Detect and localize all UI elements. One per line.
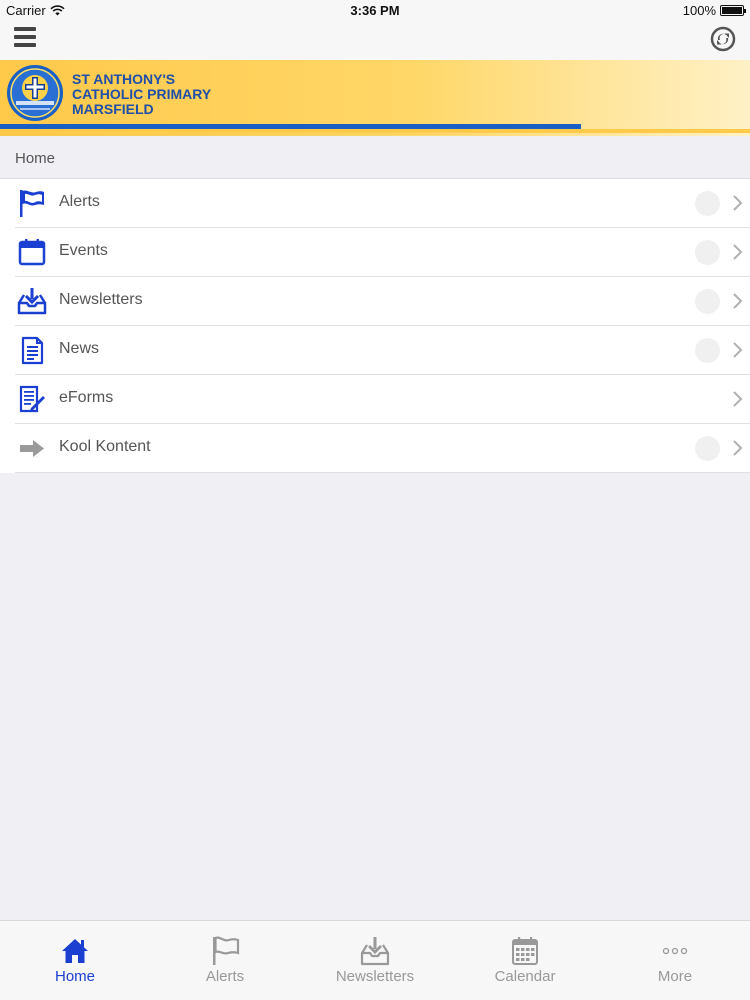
menu-item-label: Kool Kontent bbox=[59, 438, 151, 455]
status-time: 3:36 PM bbox=[350, 3, 400, 18]
school-banner: ST ANTHONY'S CATHOLIC PRIMARY MARSFIELD bbox=[0, 60, 750, 136]
status-bar: Carrier 3:36 PM 100% bbox=[0, 0, 750, 20]
menu-item-events[interactable]: Events bbox=[15, 228, 750, 277]
tab-label: Newsletters bbox=[335, 968, 415, 985]
count-badge bbox=[695, 436, 720, 461]
hamburger-menu-icon[interactable] bbox=[14, 27, 36, 49]
menu-item-kool-kontent[interactable]: Kool Kontent bbox=[15, 424, 750, 473]
tab-newsletters[interactable]: Newsletters bbox=[300, 921, 450, 1000]
count-badge bbox=[695, 289, 720, 314]
calendar-icon bbox=[18, 239, 46, 266]
menu-item-label: News bbox=[59, 340, 100, 357]
menu-item-label: Alerts bbox=[59, 193, 100, 210]
menu-item-eforms[interactable]: eForms bbox=[15, 375, 750, 424]
count-badge bbox=[695, 191, 720, 216]
battery-percent: 100% bbox=[682, 3, 716, 18]
flag-icon bbox=[213, 936, 240, 965]
chevron-right-icon bbox=[733, 293, 743, 309]
tab-more[interactable]: More bbox=[600, 921, 750, 1000]
chevron-right-icon bbox=[733, 195, 743, 211]
chevron-right-icon bbox=[733, 391, 743, 407]
school-name-line2: CATHOLIC PRIMARY bbox=[72, 86, 212, 102]
chevron-right-icon bbox=[733, 342, 743, 358]
battery-icon bbox=[720, 5, 746, 16]
inbox-download-icon bbox=[17, 288, 47, 315]
status-right: 100% bbox=[682, 3, 746, 18]
menu-item-news[interactable]: News bbox=[15, 326, 750, 375]
menu-item-newsletters[interactable]: Newsletters bbox=[15, 277, 750, 326]
form-pen-icon bbox=[19, 385, 45, 413]
banner-stripe-yellow bbox=[0, 129, 750, 133]
school-name-line3: MARSFIELD bbox=[72, 101, 154, 117]
home-icon bbox=[62, 939, 88, 963]
tab-home[interactable]: Home bbox=[0, 921, 150, 1000]
tab-label: Calendar bbox=[494, 968, 556, 985]
arrow-right-icon bbox=[20, 440, 44, 457]
tab-bar: Home Alerts Newsletters Calendar More bbox=[0, 920, 750, 1000]
menu-list: Alerts Events Newsletters News eForms Ko… bbox=[0, 179, 750, 473]
document-icon bbox=[21, 336, 44, 365]
sync-icon[interactable] bbox=[710, 26, 736, 52]
count-badge bbox=[695, 240, 720, 265]
tab-label: More bbox=[657, 968, 693, 985]
more-dots-icon bbox=[662, 947, 688, 955]
calendar-grid-icon bbox=[512, 937, 538, 965]
menu-item-label: eForms bbox=[59, 389, 114, 406]
school-name: ST ANTHONY'S CATHOLIC PRIMARY MARSFIELD bbox=[72, 72, 211, 117]
tab-alerts[interactable]: Alerts bbox=[150, 921, 300, 1000]
breadcrumb: Home bbox=[0, 136, 750, 179]
nav-bar bbox=[0, 20, 750, 60]
chevron-right-icon bbox=[733, 440, 743, 456]
flag-icon bbox=[20, 190, 44, 217]
count-badge bbox=[695, 338, 720, 363]
school-name-line1: ST ANTHONY'S bbox=[72, 71, 176, 87]
tab-calendar[interactable]: Calendar bbox=[450, 921, 600, 1000]
menu-item-alerts[interactable]: Alerts bbox=[15, 179, 750, 228]
tab-label: Home bbox=[54, 968, 95, 985]
chevron-right-icon bbox=[733, 244, 743, 260]
school-crest-logo bbox=[7, 65, 63, 121]
tab-label: Alerts bbox=[205, 968, 245, 985]
inbox-download-icon bbox=[360, 937, 390, 966]
menu-item-label: Newsletters bbox=[59, 291, 143, 308]
menu-item-label: Events bbox=[59, 242, 108, 259]
